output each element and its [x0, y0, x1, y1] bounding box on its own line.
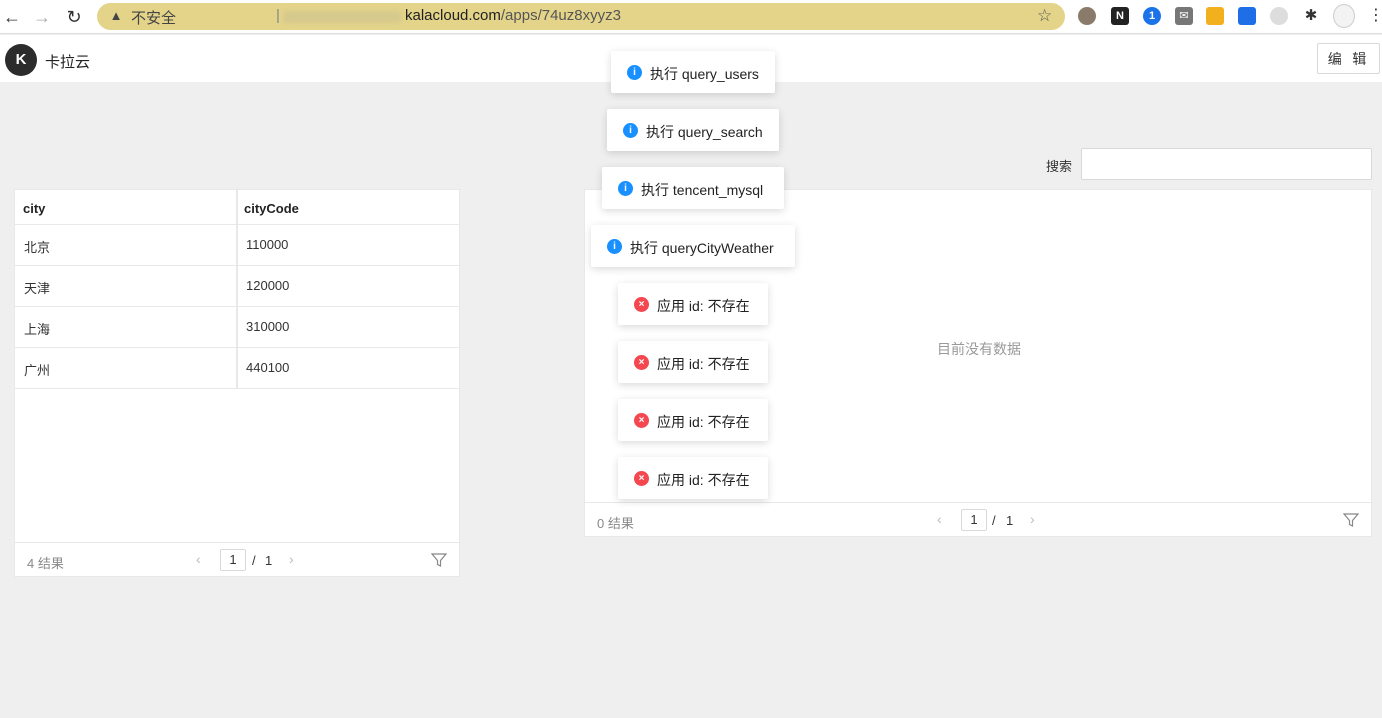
table-row[interactable]: 广州 440100	[15, 348, 459, 389]
address-bar[interactable]: ▲ 不安全 | kalacloud.com/apps/74uz8xyyz3 ☆	[97, 3, 1065, 30]
filter-icon[interactable]	[1343, 512, 1359, 528]
url-path: /apps/74uz8xyyz3	[500, 7, 621, 24]
reload-icon[interactable]: ↻	[63, 6, 85, 28]
extension-grid-icon[interactable]	[1206, 7, 1224, 25]
browser-menu-icon[interactable]: ⋮	[1368, 5, 1382, 27]
info-icon: i	[607, 239, 622, 254]
table-row[interactable]: 北京 110000	[15, 225, 459, 266]
toast-error: × 应用 id: 不存在	[618, 341, 768, 383]
brand-name: 卡拉云	[45, 54, 91, 71]
browser-toolbar: ← → ↻ ▲ 不安全 | kalacloud.com/apps/74uz8xy…	[0, 0, 1382, 34]
blurred-url-segment	[283, 11, 401, 23]
toast-message: 执行 query_search	[646, 124, 763, 140]
toast-message: 应用 id: 不存在	[657, 472, 750, 488]
page-number-input[interactable]: 1	[220, 549, 246, 571]
result-count: 4 结果	[27, 556, 64, 571]
toast-error: × 应用 id: 不存在	[618, 457, 768, 499]
city-table: city cityCode 北京 110000 天津 120000 上海 310…	[14, 189, 460, 577]
page-separator: /	[252, 553, 256, 568]
toast-message: 执行 query_users	[650, 66, 759, 82]
toast-message: 应用 id: 不存在	[657, 414, 750, 430]
column-header-citycode[interactable]: cityCode	[244, 201, 299, 216]
toast-message: 执行 tencent_mysql	[641, 182, 764, 198]
empty-state-text: 目前没有数据	[937, 341, 1021, 357]
extension-tomato-icon[interactable]	[1078, 7, 1096, 25]
url-separator: |	[276, 7, 280, 24]
toast-message: 执行 queryCityWeather	[630, 240, 774, 256]
error-icon: ×	[634, 355, 649, 370]
search-label: 搜索	[1046, 159, 1073, 174]
toast-error: × 应用 id: 不存在	[618, 283, 768, 325]
table-row[interactable]: 上海 310000	[15, 307, 459, 348]
page-separator: /	[992, 513, 996, 528]
error-icon: ×	[634, 413, 649, 428]
cell-city: 北京	[24, 240, 51, 255]
cell-city: 广州	[24, 363, 51, 378]
prev-page-icon[interactable]: ‹	[196, 551, 201, 567]
insecure-label[interactable]: 不安全	[131, 7, 176, 28]
error-icon: ×	[634, 471, 649, 486]
cell-citycode: 310000	[246, 319, 290, 334]
toast-message: 应用 id: 不存在	[657, 356, 750, 372]
cell-city: 天津	[24, 281, 51, 296]
info-icon: i	[623, 123, 638, 138]
page-total: 1	[265, 553, 273, 568]
toast-info: i 执行 query_search	[607, 109, 779, 151]
warning-icon[interactable]: ▲	[108, 8, 124, 24]
toast-info: i 执行 queryCityWeather	[591, 225, 795, 267]
toast-error: × 应用 id: 不存在	[618, 399, 768, 441]
forward-arrow-icon[interactable]: →	[31, 6, 53, 28]
cell-city: 上海	[24, 322, 51, 337]
cell-citycode: 440100	[246, 360, 290, 375]
page-total: 1	[1006, 513, 1014, 528]
page-number-input[interactable]: 1	[961, 509, 987, 531]
column-header-city[interactable]: city	[23, 201, 45, 216]
url-host: kalacloud.com	[405, 7, 501, 24]
bookmark-star-icon[interactable]: ☆	[1037, 6, 1052, 26]
toast-info: i 执行 tencent_mysql	[602, 167, 784, 209]
table-row[interactable]: 天津 120000	[15, 266, 459, 307]
toast-info: i 执行 query_users	[611, 51, 775, 93]
extension-grey-icon[interactable]	[1270, 7, 1288, 25]
url-text[interactable]: kalacloud.com/apps/74uz8xyyz3	[405, 7, 621, 24]
cell-citycode: 120000	[246, 278, 290, 293]
filter-icon[interactable]	[431, 552, 447, 568]
search-input[interactable]	[1081, 148, 1372, 180]
puzzle-extensions-icon[interactable]: ✱	[1302, 7, 1320, 25]
profile-avatar-icon[interactable]	[1333, 4, 1355, 28]
kalacloud-logo-icon: K	[5, 44, 37, 76]
extension-blue-icon[interactable]	[1238, 7, 1256, 25]
table-footer: 0 结果 ‹ 1 / 1 ›	[585, 502, 1371, 536]
password-manager-icon[interactable]: 1	[1143, 7, 1161, 25]
error-icon: ×	[634, 297, 649, 312]
result-count: 0 结果	[597, 516, 634, 531]
info-icon: i	[618, 181, 633, 196]
edit-button[interactable]: 编 辑	[1317, 43, 1380, 74]
notion-icon[interactable]: N	[1111, 7, 1129, 25]
mail-icon[interactable]: ✉	[1175, 7, 1193, 25]
toast-message: 应用 id: 不存在	[657, 298, 750, 314]
next-page-icon[interactable]: ›	[289, 551, 294, 567]
back-arrow-icon[interactable]: ←	[1, 6, 23, 28]
next-page-icon[interactable]: ›	[1030, 511, 1035, 527]
info-icon: i	[627, 65, 642, 80]
cell-citycode: 110000	[246, 237, 289, 252]
prev-page-icon[interactable]: ‹	[937, 511, 942, 527]
table-footer: 4 结果 ‹ 1 / 1 ›	[15, 542, 459, 576]
